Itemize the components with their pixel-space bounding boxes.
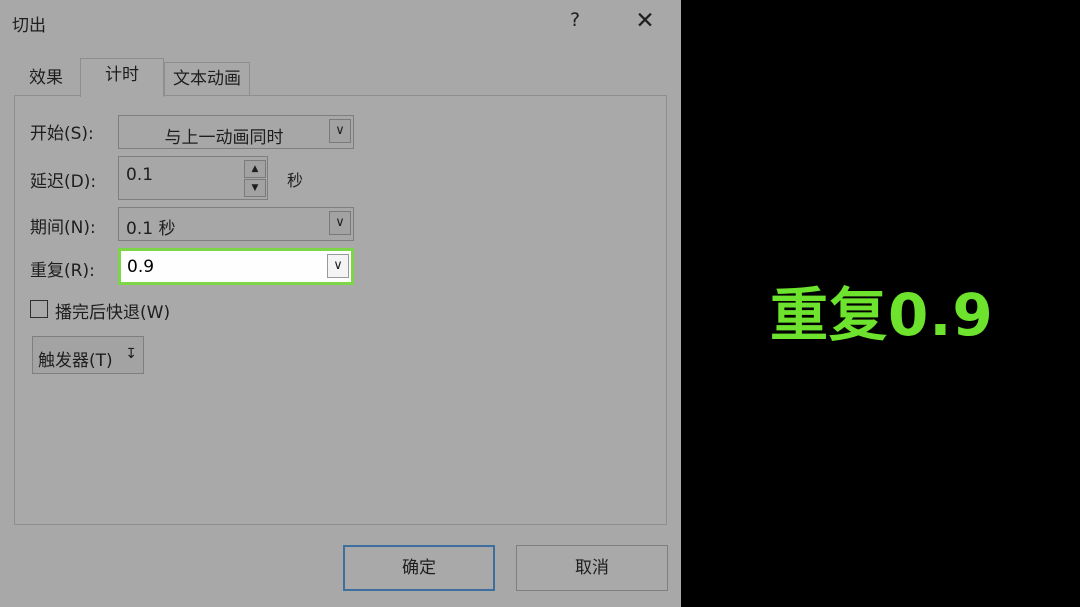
repeat-combobox[interactable]: 0.9 ∨ xyxy=(118,248,354,285)
close-icon[interactable]: ✕ xyxy=(632,8,658,36)
chevron-down-icon[interactable]: ∨ xyxy=(329,211,351,235)
delay-unit: 秒 xyxy=(287,171,304,190)
start-value: 与上一动画同时 xyxy=(164,128,284,148)
double-chevron-down-icon: ↧ xyxy=(125,346,137,362)
start-label: 开始(S): xyxy=(30,124,94,144)
rewind-checkbox[interactable] xyxy=(30,300,48,318)
spin-down-icon[interactable]: ▼ xyxy=(244,179,266,197)
dialog-titlebar: 切出 ? ✕ xyxy=(0,0,681,46)
repeat-value: 0.9 xyxy=(127,257,155,277)
delay-label: 延迟(D): xyxy=(30,172,97,192)
trigger-label: 触发器(T) xyxy=(38,351,113,371)
chevron-down-icon[interactable]: ∨ xyxy=(327,254,349,278)
caption-text: 重复0.9 xyxy=(770,281,994,349)
help-button[interactable]: ? xyxy=(566,9,584,33)
ok-button[interactable]: 确定 xyxy=(343,545,495,591)
delay-spinbox[interactable]: 0.1 ▲ ▼ xyxy=(118,156,268,200)
custom-animation-dialog: 切出 ? ✕ 效果 计时 文本动画 开始(S): 与上一动画同时 ∨ 延迟(D)… xyxy=(0,0,681,607)
trigger-button[interactable]: 触发器(T) ↧ xyxy=(32,336,144,374)
rewind-label[interactable]: 播完后快退(W) xyxy=(55,298,170,323)
duration-value: 0.1 秒 xyxy=(126,219,176,239)
chevron-down-icon[interactable]: ∨ xyxy=(329,119,351,143)
delay-value: 0.1 xyxy=(126,165,154,185)
duration-label: 期间(N): xyxy=(30,218,96,238)
duration-select[interactable]: 0.1 秒 ∨ xyxy=(118,207,354,241)
tab-timing[interactable]: 计时 xyxy=(80,58,164,97)
start-select[interactable]: 与上一动画同时 ∨ xyxy=(118,115,354,149)
spin-up-icon[interactable]: ▲ xyxy=(244,160,266,178)
dialog-title: 切出 xyxy=(12,16,46,36)
cancel-button[interactable]: 取消 xyxy=(516,545,668,591)
tab-text-animation[interactable]: 文本动画 xyxy=(164,62,250,95)
repeat-label: 重复(R): xyxy=(30,261,95,281)
tab-effect[interactable]: 效果 xyxy=(14,62,78,94)
